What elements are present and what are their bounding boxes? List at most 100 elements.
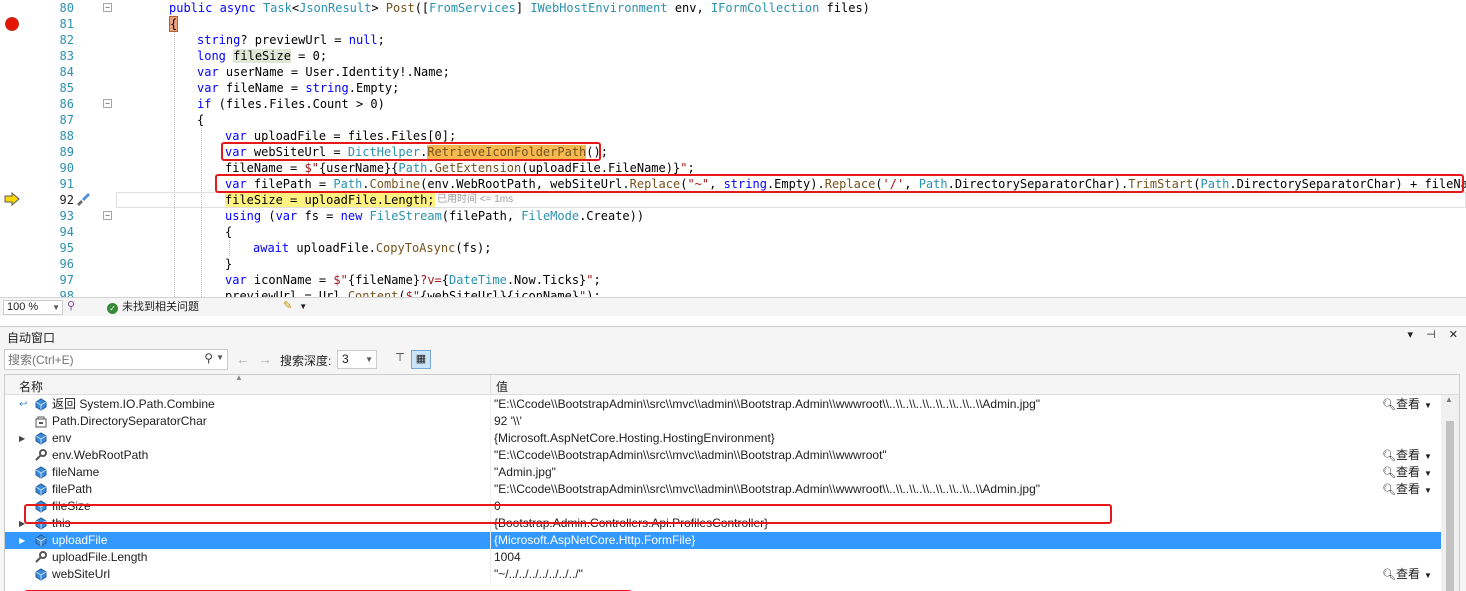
table-row[interactable]: webSiteUrl "~/../../../../../../../" 🔍︎查看 ▼: [5, 566, 1442, 583]
code-line[interactable]: 88 var uploadFile = files.Files[0];: [0, 128, 1466, 144]
code-line-current[interactable]: 92 fileSize = uploadFile.Length; 已用时间 <=…: [0, 192, 1466, 208]
code-line[interactable]: 98 previewUrl = Url.Content($"{webSiteUr…: [0, 288, 1466, 297]
issues-indicator[interactable]: ✓ 未找到相关问题: [107, 300, 199, 315]
code-line[interactable]: 80 − public async Task<JsonResult> Post(…: [0, 0, 1466, 16]
code-line[interactable]: 93 − using (var fs = new FileStream(file…: [0, 208, 1466, 224]
close-icon[interactable]: ✕: [1449, 329, 1458, 341]
column-header-name[interactable]: 名称: [19, 378, 43, 395]
table-row[interactable]: uploadFile.Length 1004: [5, 549, 1442, 566]
column-header-value[interactable]: 值: [496, 378, 508, 395]
code-line[interactable]: 82 string? previewUrl = null;: [0, 32, 1466, 48]
code-line[interactable]: 85 var fileName = string.Empty;: [0, 80, 1466, 96]
row-value[interactable]: "E:\\Ccode\\BootstrapAdmin\\src\\mvc\\ad…: [494, 481, 1040, 498]
variable-icon: [34, 432, 48, 445]
column-divider: [490, 396, 491, 413]
row-value[interactable]: "E:\\Ccode\\BootstrapAdmin\\src\\mvc\\ad…: [494, 447, 887, 464]
hex-display-button[interactable]: ▦: [411, 350, 431, 369]
chevron-down-icon: ▼: [1423, 571, 1432, 580]
search-next-button[interactable]: →: [258, 351, 272, 367]
collapse-toggle-icon[interactable]: −: [103, 3, 112, 12]
code-text: {: [169, 16, 179, 32]
search-input[interactable]: [8, 352, 198, 367]
code-text: var filePath = Path.Combine(env.WebRootP…: [225, 177, 1466, 191]
line-number: 86: [59, 97, 74, 111]
window-position-dropdown-icon[interactable]: ▾: [1408, 329, 1414, 341]
code-line[interactable]: 90 fileName = $"{userName}{Path.GetExten…: [0, 160, 1466, 176]
column-divider: [490, 498, 491, 515]
line-number: 83: [59, 49, 74, 63]
code-line[interactable]: 95 await uploadFile.CopyToAsync(fs);: [0, 240, 1466, 256]
autos-titlebar: 自动窗口 ▾ ⊣ ✕: [0, 327, 1466, 346]
collapse-toggle-icon[interactable]: −: [103, 211, 112, 220]
row-name: fileSize: [52, 499, 91, 513]
table-row[interactable]: ▶ env {Microsoft.AspNetCore.Hosting.Hostin…: [5, 430, 1442, 447]
search-field[interactable]: ⚲ ▼: [4, 349, 228, 370]
search-icon[interactable]: ⚲: [204, 351, 213, 365]
code-line[interactable]: 86 − if (files.Files.Count > 0): [0, 96, 1466, 112]
line-number: 96: [59, 257, 74, 271]
table-row[interactable]: fileName "Admin.jpg" 🔍︎查看 ▼: [5, 464, 1442, 481]
table-row[interactable]: fileSize 0: [5, 498, 1442, 515]
table-row[interactable]: ↩ 返回 System.IO.Path.Combine "E:\\Ccode\\Bo…: [5, 396, 1442, 413]
chevron-down-icon[interactable]: ▼: [216, 353, 224, 362]
autos-toolbar: ⚲ ▼ ← → 搜索深度: 3 ▼ ⊤ ▦: [0, 348, 1466, 373]
table-row[interactable]: ▶ uploadFile {Microsoft.AspNetCore.Http.Fo…: [5, 532, 1442, 549]
chevron-down-icon: ▼: [1423, 401, 1432, 410]
table-row[interactable]: filePath "E:\\Ccode\\BootstrapAdmin\\src\…: [5, 481, 1442, 498]
row-value[interactable]: "E:\\Ccode\\BootstrapAdmin\\src\\mvc\\ad…: [494, 396, 1040, 413]
vertical-scrollbar[interactable]: ▲: [1441, 395, 1459, 591]
line-number: 84: [59, 65, 74, 79]
scrollbar-thumb[interactable]: [1446, 421, 1454, 591]
expand-row-icon[interactable]: ▶: [19, 532, 25, 549]
line-number: 81: [59, 17, 74, 31]
row-value[interactable]: 92 '\\': [494, 413, 522, 430]
row-value[interactable]: {Microsoft.AspNetCore.Hosting.HostingEnv…: [494, 430, 775, 447]
row-value[interactable]: {Bootstrap.Admin.Controllers.Api.Profile…: [494, 515, 768, 532]
table-row[interactable]: ▶ this {Bootstrap.Admin.Controllers.Api.Pr…: [5, 515, 1442, 532]
column-divider[interactable]: [490, 375, 491, 395]
code-line[interactable]: 97 var iconName = $"{fileName}?v={DateTi…: [0, 272, 1466, 288]
line-number: 98: [59, 289, 74, 297]
code-line[interactable]: 84 var userName = User.Identity!.Name;: [0, 64, 1466, 80]
autos-grid[interactable]: 名称 ▲ 值 ↩ 返回 System.IO.Path.Combine "E:\\Cc…: [4, 374, 1460, 591]
search-previous-button[interactable]: ←: [236, 351, 250, 367]
expand-row-icon[interactable]: ▶: [19, 430, 25, 447]
code-text: previewUrl = Url.Content($"{webSiteUrl}{…: [225, 289, 601, 297]
view-visualizer-button[interactable]: 🔍︎查看 ▼: [1382, 396, 1432, 414]
scroll-up-icon[interactable]: ▲: [1445, 395, 1453, 404]
code-cleanup-button[interactable]: ✎ ▼: [283, 299, 307, 312]
search-depth-select[interactable]: 3 ▼: [337, 350, 377, 369]
row-value[interactable]: 0: [494, 498, 501, 515]
row-value[interactable]: 1004: [494, 549, 521, 566]
collapse-toggle-icon[interactable]: −: [103, 99, 112, 108]
health-icon[interactable]: ⚲: [67, 299, 75, 312]
code-line[interactable]: 87 {: [0, 112, 1466, 128]
view-visualizer-button[interactable]: 🔍︎查看 ▼: [1382, 464, 1432, 482]
table-row[interactable]: Path.DirectorySeparatorChar 92 '\\': [5, 413, 1442, 430]
code-line[interactable]: 81 {: [0, 16, 1466, 32]
expand-row-icon[interactable]: ▶: [19, 515, 25, 532]
view-visualizer-button[interactable]: 🔍︎查看 ▼: [1382, 481, 1432, 499]
pin-icon[interactable]: ⊣: [1426, 329, 1436, 341]
zoom-select[interactable]: 100 % ▼: [3, 300, 63, 315]
code-text: var webSiteUrl = DictHelper.RetrieveIcon…: [225, 145, 608, 159]
code-line[interactable]: 83 long fileSize = 0;: [0, 48, 1466, 64]
code-line[interactable]: 89 var webSiteUrl = DictHelper.RetrieveI…: [0, 144, 1466, 160]
chevron-down-icon: ▼: [1423, 452, 1432, 461]
pin-members-button[interactable]: ⊤: [390, 350, 410, 369]
search-depth-value: 3: [342, 352, 349, 366]
code-editor[interactable]: 80 − public async Task<JsonResult> Post(…: [0, 0, 1466, 297]
code-line[interactable]: 94 {: [0, 224, 1466, 240]
row-value[interactable]: "~/../../../../../../../": [494, 566, 583, 583]
row-value[interactable]: {Microsoft.AspNetCore.Http.FormFile}: [494, 532, 695, 549]
view-visualizer-button[interactable]: 🔍︎查看 ▼: [1382, 566, 1432, 584]
code-line[interactable]: 96 }: [0, 256, 1466, 272]
variable-icon: [34, 483, 48, 496]
view-visualizer-button[interactable]: 🔍︎查看 ▼: [1382, 447, 1432, 465]
line-number: 89: [59, 145, 74, 159]
code-text: var iconName = $"{fileName}?v={DateTime.…: [225, 273, 601, 287]
table-row[interactable]: env.WebRootPath "E:\\Ccode\\BootstrapAdmi…: [5, 447, 1442, 464]
code-line[interactable]: 91 var filePath = Path.Combine(env.WebRo…: [0, 176, 1466, 192]
magnifier-icon: 🔍︎: [1382, 484, 1396, 496]
row-value[interactable]: "Admin.jpg": [494, 464, 556, 481]
